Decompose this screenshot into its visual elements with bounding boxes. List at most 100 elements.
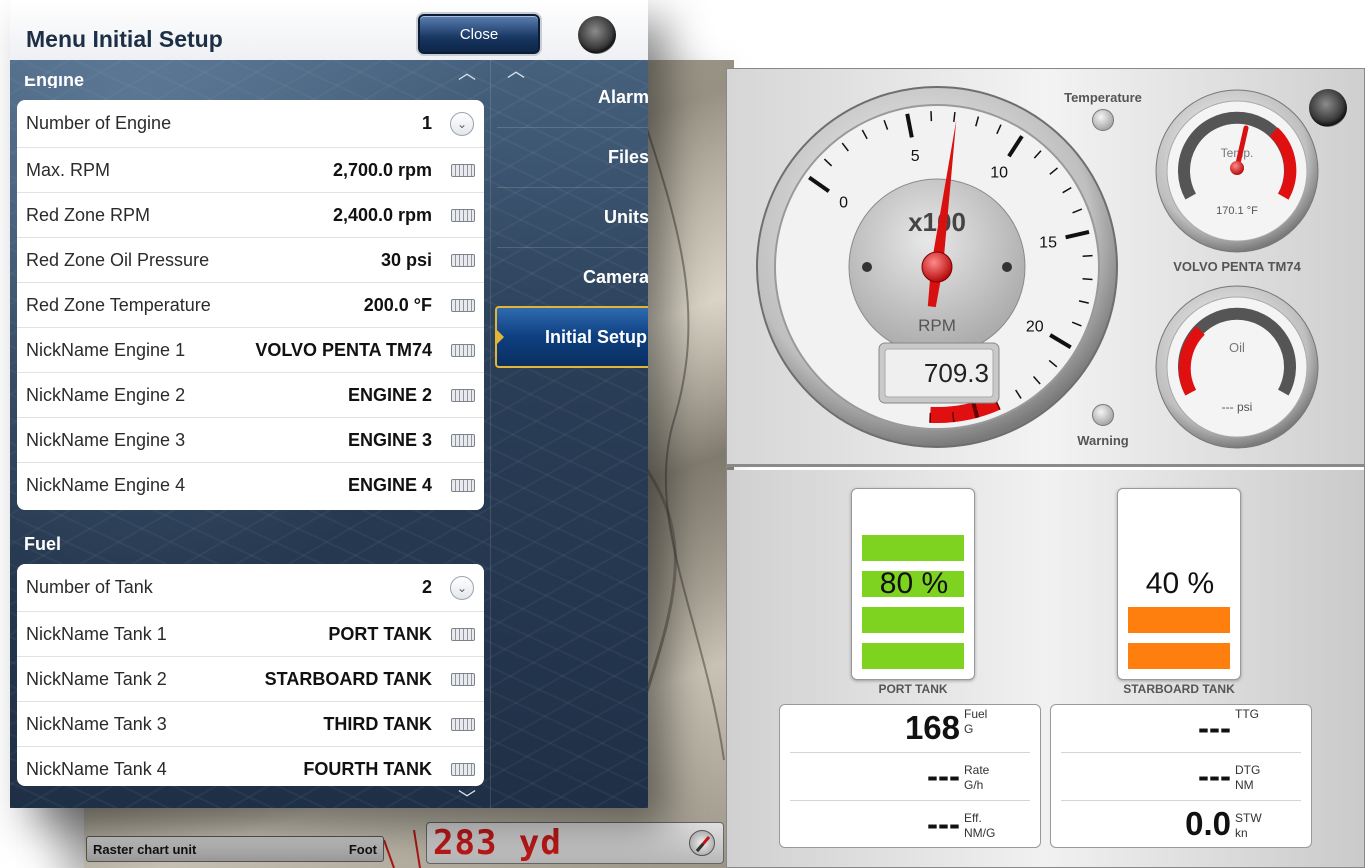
power-button[interactable] xyxy=(578,16,616,54)
engine-settings-card: Number of Engine 1 ⌄ Max. RPM 2,700.0 rpm Red… xyxy=(17,100,484,510)
setting-label: NickName Tank 2 xyxy=(26,668,167,689)
keyboard-icon[interactable] xyxy=(451,672,475,686)
setting-row[interactable]: NickName Engine 1 VOLVO PENTA TM74 xyxy=(17,328,484,373)
menu-nav: ︿ Alarm Files Units Camera Initial Setup xyxy=(490,60,648,808)
setting-row[interactable]: NickName Engine 4 ENGINE 4 xyxy=(17,463,484,508)
data-row-stw: 0.0 STW kn xyxy=(1061,801,1301,849)
nav-item-initial-setup[interactable]: Initial Setup xyxy=(495,306,648,368)
menu-body: ︿ Engine Number of Engine 1 ⌄ Max. RPM 2,700… xyxy=(10,60,648,808)
nav-item-files[interactable]: Files xyxy=(497,128,648,188)
keyboard-icon[interactable] xyxy=(451,343,475,357)
setting-label: NickName Tank 1 xyxy=(26,623,167,644)
menu-title: Menu Initial Setup xyxy=(26,26,223,52)
chart-scale-value: 283 yd xyxy=(433,823,562,863)
engine-name: VOLVO PENTA TM74 xyxy=(1173,259,1301,274)
data-unit: TTG xyxy=(1235,707,1259,721)
rpm-tick-label: 0 xyxy=(839,195,848,212)
chart-unit-value: Foot xyxy=(348,841,377,857)
power-button[interactable] xyxy=(1309,89,1347,127)
chart-scale-box: 283 yd xyxy=(426,822,724,864)
temperature-warning-light xyxy=(1092,109,1114,131)
keyboard-icon[interactable] xyxy=(451,253,475,267)
setting-label: NickName Tank 3 xyxy=(26,713,167,734)
rpm-tick-label: 15 xyxy=(1039,234,1057,251)
setting-value: 2,400.0 rpm xyxy=(332,204,432,225)
setting-row[interactable]: NickName Engine 2 ENGINE 2 xyxy=(17,373,484,418)
chevron-down-icon[interactable]: ⌄ xyxy=(450,111,474,136)
chart-unit-bar[interactable]: Raster chart unit Foot xyxy=(86,836,384,862)
setting-value: 2 xyxy=(421,577,432,597)
keyboard-icon[interactable] xyxy=(451,298,475,312)
data-value: 168 xyxy=(904,709,960,746)
setting-row[interactable]: Number of Tank 2 ⌄ xyxy=(17,564,484,612)
data-value: --- xyxy=(1198,757,1231,794)
keyboard-icon[interactable] xyxy=(451,479,475,492)
stage: Raster chart unit Foot 283 yd 0510152025 xyxy=(0,0,1365,868)
chevron-down-icon[interactable]: ⌄ xyxy=(450,575,474,600)
data-row-rate: --- Rate G/h xyxy=(790,753,1030,801)
oil-pressure-gauge: Oil --- psi xyxy=(1155,285,1319,449)
setting-label: Max. RPM xyxy=(26,159,111,180)
data-row-efficiency: --- Eff. NM/G xyxy=(790,801,1030,849)
setting-row[interactable]: Red Zone Oil Pressure 30 psi xyxy=(17,238,484,283)
fuel-data-box-right: --- TTG --- DTG NM 0.0 STW kn xyxy=(1050,704,1312,848)
port-tank-gauge: 80 % xyxy=(851,488,975,680)
warning-led-label: Warning xyxy=(1077,433,1129,448)
data-unit: Eff. NM/G xyxy=(964,811,996,840)
temperature-gauge: Temp. 170.1 °F xyxy=(1155,89,1319,253)
nav-item-camera[interactable]: Camera xyxy=(497,248,648,308)
keyboard-icon[interactable] xyxy=(451,163,475,177)
keyboard-icon[interactable] xyxy=(451,717,475,731)
tank-percent: 80 % xyxy=(879,567,949,600)
nav-item-alarm[interactable]: Alarm xyxy=(497,68,648,128)
settings-list[interactable]: ︿ Engine Number of Engine 1 ⌄ Max. RPM 2,700… xyxy=(10,60,490,808)
setting-label: NickName Tank 4 xyxy=(26,759,167,779)
engine-gauge-panel: 0510152025 x100 RPM 709.3 Temperature Wa… xyxy=(726,68,1365,868)
setting-label: NickName Engine 4 xyxy=(26,475,186,495)
data-unit: Rate G/h xyxy=(964,763,990,792)
menu-header: Menu Initial Setup Close xyxy=(10,0,648,60)
data-row-fuel: 168 Fuel G xyxy=(790,705,1030,753)
rpm-tick-label: 10 xyxy=(990,164,1008,181)
setting-row[interactable]: NickName Engine 3 ENGINE 3 xyxy=(17,418,484,463)
temperature-led-label: Temperature xyxy=(1064,90,1142,105)
keyboard-icon[interactable] xyxy=(451,763,475,776)
keyboard-icon[interactable] xyxy=(451,627,475,641)
compass-icon[interactable] xyxy=(689,830,715,856)
setting-row[interactable]: NickName Tank 4 FOURTH TANK xyxy=(17,747,484,786)
setting-row[interactable]: Max. RPM 2,700.0 rpm xyxy=(17,148,484,193)
tank-level-bar xyxy=(1128,535,1230,561)
setting-value: ENGINE 3 xyxy=(347,429,432,450)
fuel-settings-card: Number of Tank 2 ⌄ NickName Tank 1 PORT TANK… xyxy=(17,564,484,786)
setting-value: 30 psi xyxy=(380,249,432,270)
data-value: 0.0 xyxy=(1185,805,1231,842)
setting-label: Number of Engine xyxy=(26,113,172,133)
setting-row[interactable]: NickName Tank 2 STARBOARD TANK xyxy=(17,657,484,702)
nav-item-units[interactable]: Units xyxy=(497,188,648,248)
data-unit: Fuel G xyxy=(964,707,988,736)
setting-row[interactable]: Number of Engine 1 ⌄ xyxy=(17,100,484,148)
setting-row[interactable]: NickName Tank 1 PORT TANK xyxy=(17,612,484,657)
tank-level-bar xyxy=(1128,643,1230,669)
setting-row[interactable]: Red Zone Temperature 200.0 °F xyxy=(17,283,484,328)
keyboard-icon[interactable] xyxy=(451,208,475,222)
scroll-up-icon[interactable]: ︿ xyxy=(458,64,476,82)
setting-label: Red Zone RPM xyxy=(26,204,151,225)
setting-label: NickName Engine 2 xyxy=(26,384,186,405)
warning-light xyxy=(1092,404,1114,426)
keyboard-icon[interactable] xyxy=(451,388,475,402)
setting-value: STARBOARD TANK xyxy=(264,668,432,689)
data-row-dtg: --- DTG NM xyxy=(1061,753,1301,801)
data-value: --- xyxy=(927,805,960,842)
chart-unit-label: Raster chart unit xyxy=(93,841,197,857)
close-button[interactable]: Close xyxy=(418,14,540,54)
data-unit: STW kn xyxy=(1235,811,1262,840)
setting-value: THIRD TANK xyxy=(323,713,432,734)
setting-row[interactable]: NickName Tank 3 THIRD TANK xyxy=(17,702,484,747)
setting-row[interactable]: Red Zone RPM 2,400.0 rpm xyxy=(17,193,484,238)
tank-level-bar xyxy=(862,535,964,561)
keyboard-icon[interactable] xyxy=(451,433,475,447)
fuel-panel: 80 % PORT TANK 40 % STARBOARD TANK 168 F… xyxy=(727,470,1364,867)
tank-level-bar xyxy=(862,643,964,669)
scroll-down-icon[interactable]: ﹀ xyxy=(458,790,476,808)
